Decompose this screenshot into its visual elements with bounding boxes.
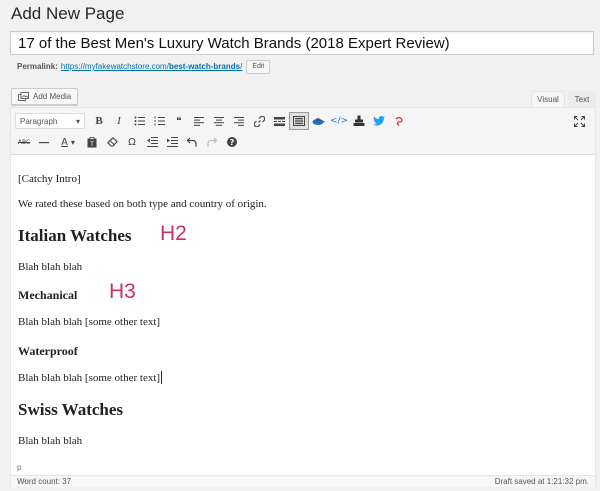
read-more-icon[interactable] <box>269 112 289 130</box>
redo-icon[interactable] <box>202 133 222 151</box>
stamp-icon[interactable] <box>349 112 369 130</box>
bold-button[interactable]: B <box>89 112 109 130</box>
twitter-icon[interactable] <box>369 112 389 130</box>
text-color-button[interactable]: A ▾ <box>54 133 82 151</box>
tab-visual[interactable]: Visual <box>531 91 565 107</box>
paste-text-icon[interactable]: T <box>82 133 102 151</box>
toolbar-toggle-icon[interactable] <box>289 112 309 130</box>
permalink-slug: best-watch-brands <box>168 62 241 71</box>
paragraph-blah-1: Blah blah blah <box>18 261 83 273</box>
editor-content[interactable]: [Catchy Intro] We rated these based on b… <box>11 156 595 462</box>
help-label: ? <box>227 137 237 147</box>
align-left-icon[interactable] <box>189 112 209 130</box>
blockquote-icon[interactable]: ❝ <box>169 112 189 130</box>
permalink-url-end: / <box>240 62 243 71</box>
paragraph-rating: We rated these based on both type and co… <box>18 198 267 210</box>
paragraph-blah-4: Blah blah blah <box>18 435 83 447</box>
tab-text[interactable]: Text <box>568 91 596 107</box>
add-media-button[interactable]: Add Media <box>11 88 79 105</box>
permalink-url-base: https://myfakewatchstore.com/ <box>60 62 169 71</box>
help-icon[interactable]: ? <box>222 133 242 151</box>
h2-annotation: H2 <box>160 222 187 245</box>
strikethrough-button[interactable]: ABC <box>14 133 34 151</box>
heading-waterproof: Waterproof <box>18 344 78 358</box>
plugin-hat-icon[interactable] <box>309 112 329 130</box>
link-icon[interactable] <box>249 112 269 130</box>
fullscreen-icon[interactable] <box>569 112 589 130</box>
editor-toolbar: Paragraph ▾ B I ❝ </> ABC A ▾ T Ω ? <box>11 108 595 155</box>
heading-swiss-watches: Swiss Watches <box>18 400 124 419</box>
special-character-icon[interactable]: Ω <box>122 133 142 151</box>
align-center-icon[interactable] <box>209 112 229 130</box>
swirl-icon[interactable] <box>389 112 409 130</box>
permalink-label: Permalink: <box>17 62 58 71</box>
post-title-input[interactable] <box>11 32 593 54</box>
media-icon <box>18 92 29 101</box>
h3-annotation: H3 <box>109 280 136 303</box>
bullet-list-icon[interactable] <box>129 112 149 130</box>
chevron-down-icon: ▾ <box>70 137 75 147</box>
text-color-label: A <box>61 136 68 148</box>
toolbar-row-2: ABC A ▾ T Ω ? <box>14 132 242 152</box>
format-select[interactable]: Paragraph ▾ <box>15 113 85 129</box>
undo-icon[interactable] <box>182 133 202 151</box>
text-cursor <box>161 371 162 384</box>
permalink-row: Permalink: https://myfakewatchstore.com/… <box>17 59 271 74</box>
align-right-icon[interactable] <box>229 112 249 130</box>
horizontal-line-icon[interactable] <box>34 133 54 151</box>
code-snippet-icon[interactable]: </> <box>329 112 349 130</box>
content-editor: Paragraph ▾ B I ❝ </> ABC A ▾ T Ω ? [Cat… <box>10 107 596 487</box>
permalink-edit-button[interactable]: Edit <box>246 59 271 74</box>
eraser-icon[interactable] <box>102 133 122 151</box>
paragraph-blah-3: Blah blah blah [some other text] <box>18 372 161 384</box>
format-select-value: Paragraph <box>20 116 58 126</box>
indent-icon[interactable] <box>162 133 182 151</box>
draft-saved-status: Draft saved at 1:21:32 pm. <box>494 477 589 486</box>
numbered-list-icon[interactable] <box>149 112 169 130</box>
svg-text:T: T <box>89 141 94 148</box>
paragraph-intro: [Catchy Intro] <box>18 173 81 185</box>
italic-button[interactable]: I <box>109 112 129 130</box>
outdent-icon[interactable] <box>142 133 162 151</box>
word-count: Word count: 37 <box>17 477 72 486</box>
chevron-down-icon: ▾ <box>75 116 80 126</box>
editor-status-bar: Word count: 37 Draft saved at 1:21:32 pm… <box>11 475 595 487</box>
page-title: Add New Page <box>11 4 125 23</box>
permalink-link[interactable]: https://myfakewatchstore.com/best-watch-… <box>61 62 242 71</box>
heading-italian-watches: Italian Watches <box>18 226 132 245</box>
toolbar-row-1: Paragraph ▾ B I ❝ </> <box>14 111 409 131</box>
post-title-field[interactable] <box>10 31 594 55</box>
heading-mechanical: Mechanical <box>18 288 78 302</box>
add-media-label: Add Media <box>33 92 72 101</box>
paragraph-blah-2: Blah blah blah [some other text] <box>18 316 161 328</box>
